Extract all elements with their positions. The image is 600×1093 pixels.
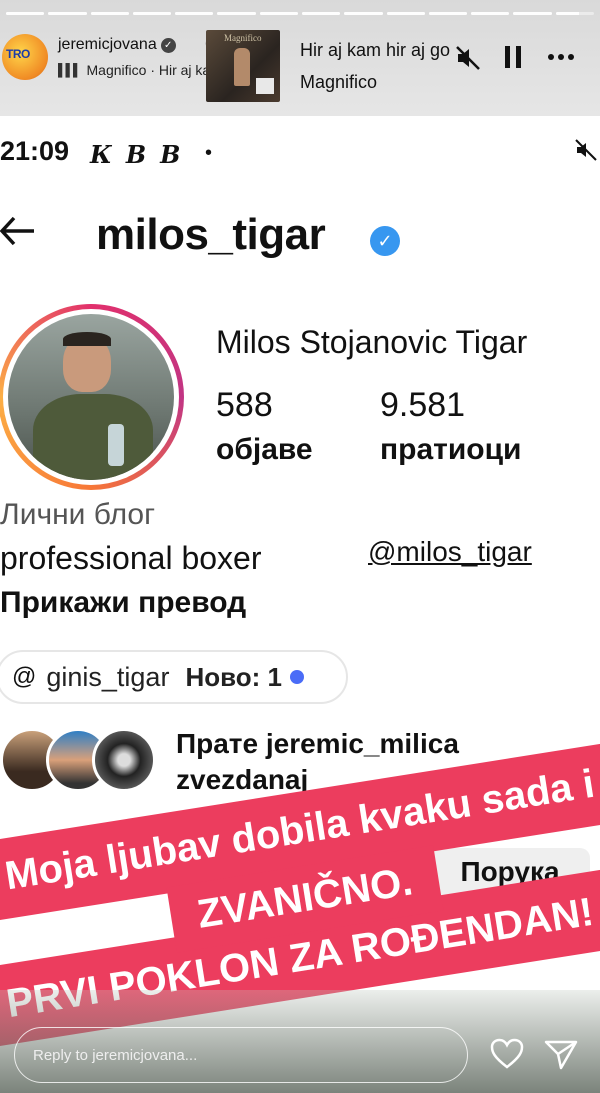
story-author-username[interactable]: jeremicjovana: [58, 36, 157, 54]
story-progress-segment: [6, 12, 45, 15]
avatar-hair: [63, 332, 111, 346]
story-progress-fill: [555, 12, 579, 15]
story-progress: [6, 12, 594, 15]
send-icon[interactable]: [544, 1038, 578, 1075]
story-progress-segment: [90, 12, 129, 15]
mute-icon[interactable]: [454, 44, 482, 78]
more-options-icon[interactable]: [546, 44, 576, 76]
new-indicator-dot: [289, 670, 304, 684]
story-progress-segment: [555, 12, 594, 15]
story-progress-segment: [386, 12, 425, 15]
status-dot: •: [205, 142, 213, 164]
posts-count: 588: [216, 386, 273, 424]
threads-chip-name: ginis_tigar: [46, 661, 170, 692]
reply-input[interactable]: Reply to jeremicjovana...: [14, 1027, 468, 1083]
profile-avatar[interactable]: [0, 304, 184, 490]
stat-followers[interactable]: 9.581 пратиоци: [380, 386, 521, 467]
story-progress-fill: [344, 12, 383, 15]
avatar-bottle: [108, 424, 124, 466]
status-time: 21:09: [0, 136, 70, 166]
album-art-tag: [256, 78, 274, 94]
verified-badge-icon: ✓: [370, 226, 400, 256]
music-bars-icon: ▌▌▌: [58, 63, 81, 77]
followed-by-line1: Прате jeremic_milica: [176, 728, 459, 759]
story-progress-segment: [259, 12, 298, 15]
story-progress-fill: [386, 12, 425, 15]
show-translation-link[interactable]: Прикажи превод: [0, 586, 246, 620]
album-art[interactable]: Magnifico: [206, 30, 280, 102]
verified-icon: ✓: [160, 37, 176, 53]
song-artist[interactable]: Magnifico: [300, 72, 377, 93]
story-header: TRO jeremicjovana ✓ 6m ▌▌▌ Magnifico · H…: [0, 0, 600, 116]
profile-full-name: Milos Stojanovic Tigar: [216, 324, 528, 360]
story-progress-fill: [471, 12, 510, 15]
followers-count: 9.581: [380, 386, 466, 424]
threads-logo-icon: @: [12, 663, 37, 690]
avatar-logo: TRO: [6, 47, 30, 61]
album-title: Magnifico: [224, 33, 262, 43]
phone-status-bar: 21:09 КВВ •: [0, 136, 600, 169]
story-progress-fill: [513, 12, 552, 15]
status-mute-icon: [574, 138, 598, 168]
mutual-avatar: [92, 728, 156, 792]
avatar-torso: [33, 394, 153, 480]
story-progress-fill: [259, 12, 298, 15]
pause-icon[interactable]: [502, 44, 524, 76]
story-progress-segment: [471, 12, 510, 15]
threads-chip-new: Ново: 1: [185, 661, 282, 692]
avatar-photo: [8, 314, 174, 480]
story-author-avatar[interactable]: TRO: [2, 34, 48, 80]
like-heart-icon[interactable]: [490, 1038, 524, 1075]
story-progress-segment: [428, 12, 468, 15]
profile-username: milos_tigar: [96, 210, 326, 259]
story-progress-fill: [6, 12, 45, 15]
story-progress-segment: [217, 12, 256, 15]
followers-label: пратиоци: [380, 433, 522, 466]
story-author[interactable]: jeremicjovana ✓: [58, 36, 176, 54]
story-progress-segment: [344, 12, 383, 15]
story-progress-fill: [217, 12, 256, 15]
story-progress-segment: [513, 12, 552, 15]
story-progress-segment: [48, 12, 87, 15]
threads-handle-link[interactable]: @milos_tigar: [368, 536, 532, 568]
song-title[interactable]: Hir aj kam hir aj go: [300, 40, 450, 61]
story-progress-fill: [428, 12, 468, 15]
stat-posts[interactable]: 588 објаве: [216, 386, 313, 467]
story-progress-fill: [175, 12, 214, 15]
story-progress-fill: [90, 12, 129, 15]
avatar-ring-inner: [3, 309, 179, 485]
story-progress-segment: [132, 12, 172, 15]
threads-chip[interactable]: @ ginis_tigar Ново: 1: [0, 650, 348, 704]
story-progress-segment: [301, 12, 341, 15]
story-progress-fill: [301, 12, 341, 15]
bio-text: professional boxer: [0, 540, 262, 576]
story-progress-fill: [132, 12, 172, 15]
status-app-icons: КВВ: [90, 140, 195, 169]
posts-label: објаве: [216, 433, 313, 466]
bio-category: Лични блог: [0, 498, 156, 531]
back-arrow-icon[interactable]: [0, 214, 36, 255]
album-art-figure: [234, 48, 250, 86]
story-progress-segment: [175, 12, 214, 15]
mutual-followers-avatars[interactable]: [0, 724, 170, 796]
story-progress-fill: [48, 12, 87, 15]
